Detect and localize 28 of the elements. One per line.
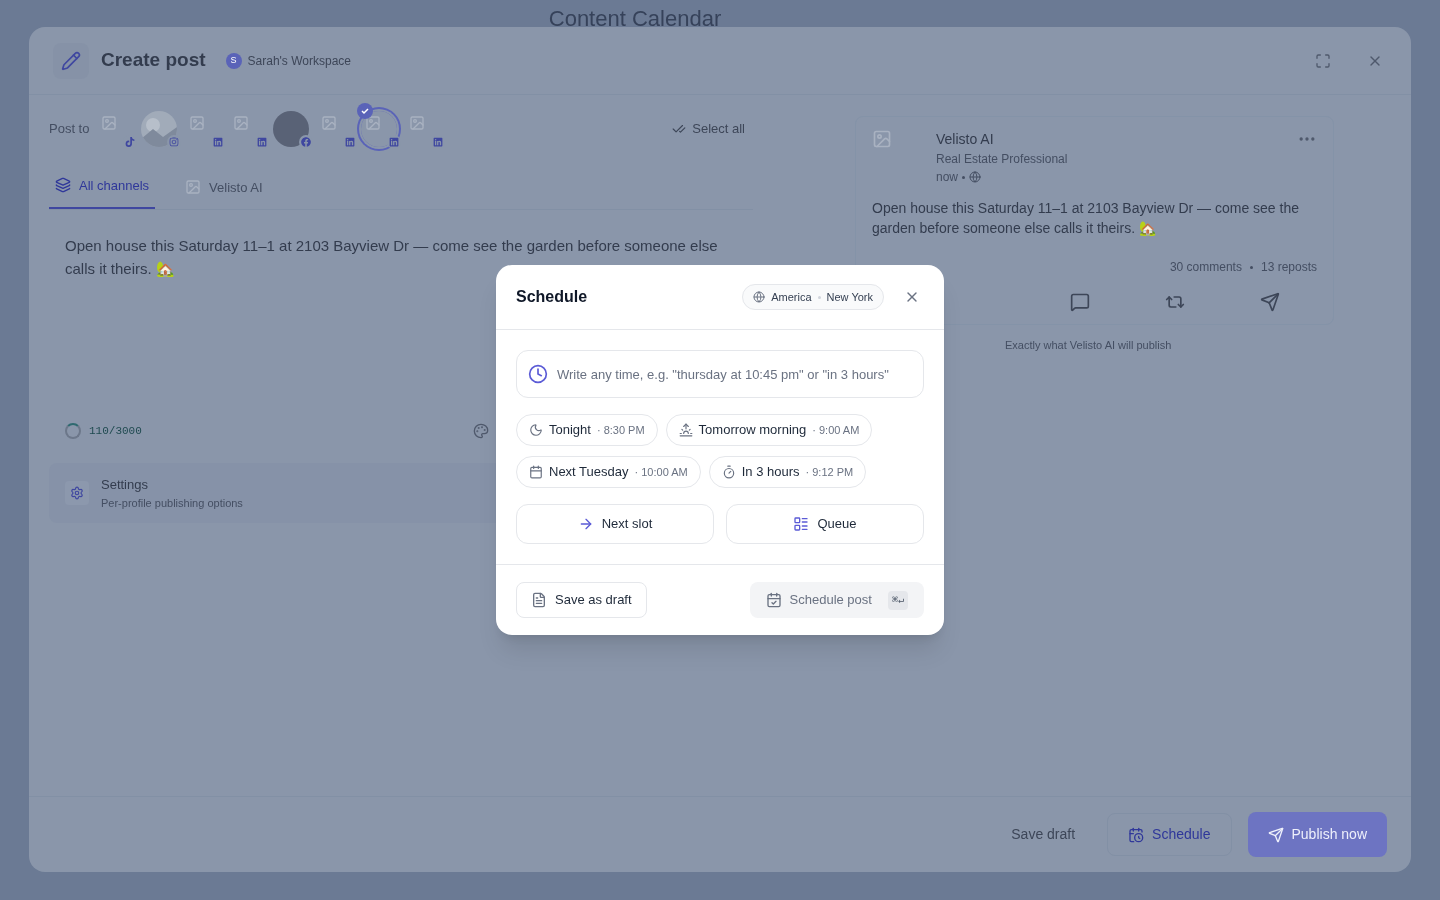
- schedule-title: Schedule: [516, 287, 588, 307]
- workspace-chip[interactable]: S Sarah's Workspace: [217, 48, 359, 73]
- save-as-draft-button[interactable]: Save as draft: [516, 582, 647, 618]
- preview-name: Velisto AI: [936, 130, 995, 149]
- character-count: 110/3000: [89, 423, 142, 439]
- workspace-name: Sarah's Workspace: [247, 52, 351, 69]
- page-title: Content Calendar: [548, 8, 722, 27]
- preview-caption: Exactly what Velisto AI will publish: [1005, 338, 1172, 353]
- slot-button[interactable]: Next slot: [516, 504, 714, 544]
- repost-count: 13 reposts: [1260, 259, 1317, 276]
- preview-text: Open house this Saturday 11–1 at 2103 Bayview Dr — come see the garden before someone else calls it theirs. 🏡: [872, 199, 1300, 238]
- schedule-post-button[interactable]: Schedule post ⌘↵: [749, 582, 924, 618]
- post-text: Open house this Saturday 11–1 at 2103 Bayview Dr — come see the garden before someone else calls it theirs. 🏡: [65, 236, 719, 279]
- settings-title: Settings: [101, 476, 149, 494]
- preview-time: now: [936, 169, 958, 186]
- shortcut-key: ⌘↵: [887, 590, 908, 610]
- schedule-button[interactable]: Schedule: [1107, 813, 1232, 856]
- preview-headline: Real Estate Professional: [936, 151, 1069, 168]
- timezone-chip[interactable]: America New York: [742, 283, 884, 311]
- workspace-avatar: S: [225, 52, 242, 69]
- time-input-field[interactable]: Write any time, e.g. "thursday at 10:45 pm" or "in 3 hours": [516, 350, 924, 398]
- comment-count: 30 comments: [1169, 259, 1242, 276]
- publish-button[interactable]: Publish now: [1247, 812, 1387, 857]
- settings-subtitle: Per-profile publishing options: [101, 495, 243, 511]
- slot-button[interactable]: Queue: [726, 504, 924, 544]
- dialog-title: Create post: [101, 48, 206, 73]
- post-to-label: Post to: [49, 120, 90, 139]
- channel-tab[interactable]: All channels: [49, 175, 156, 209]
